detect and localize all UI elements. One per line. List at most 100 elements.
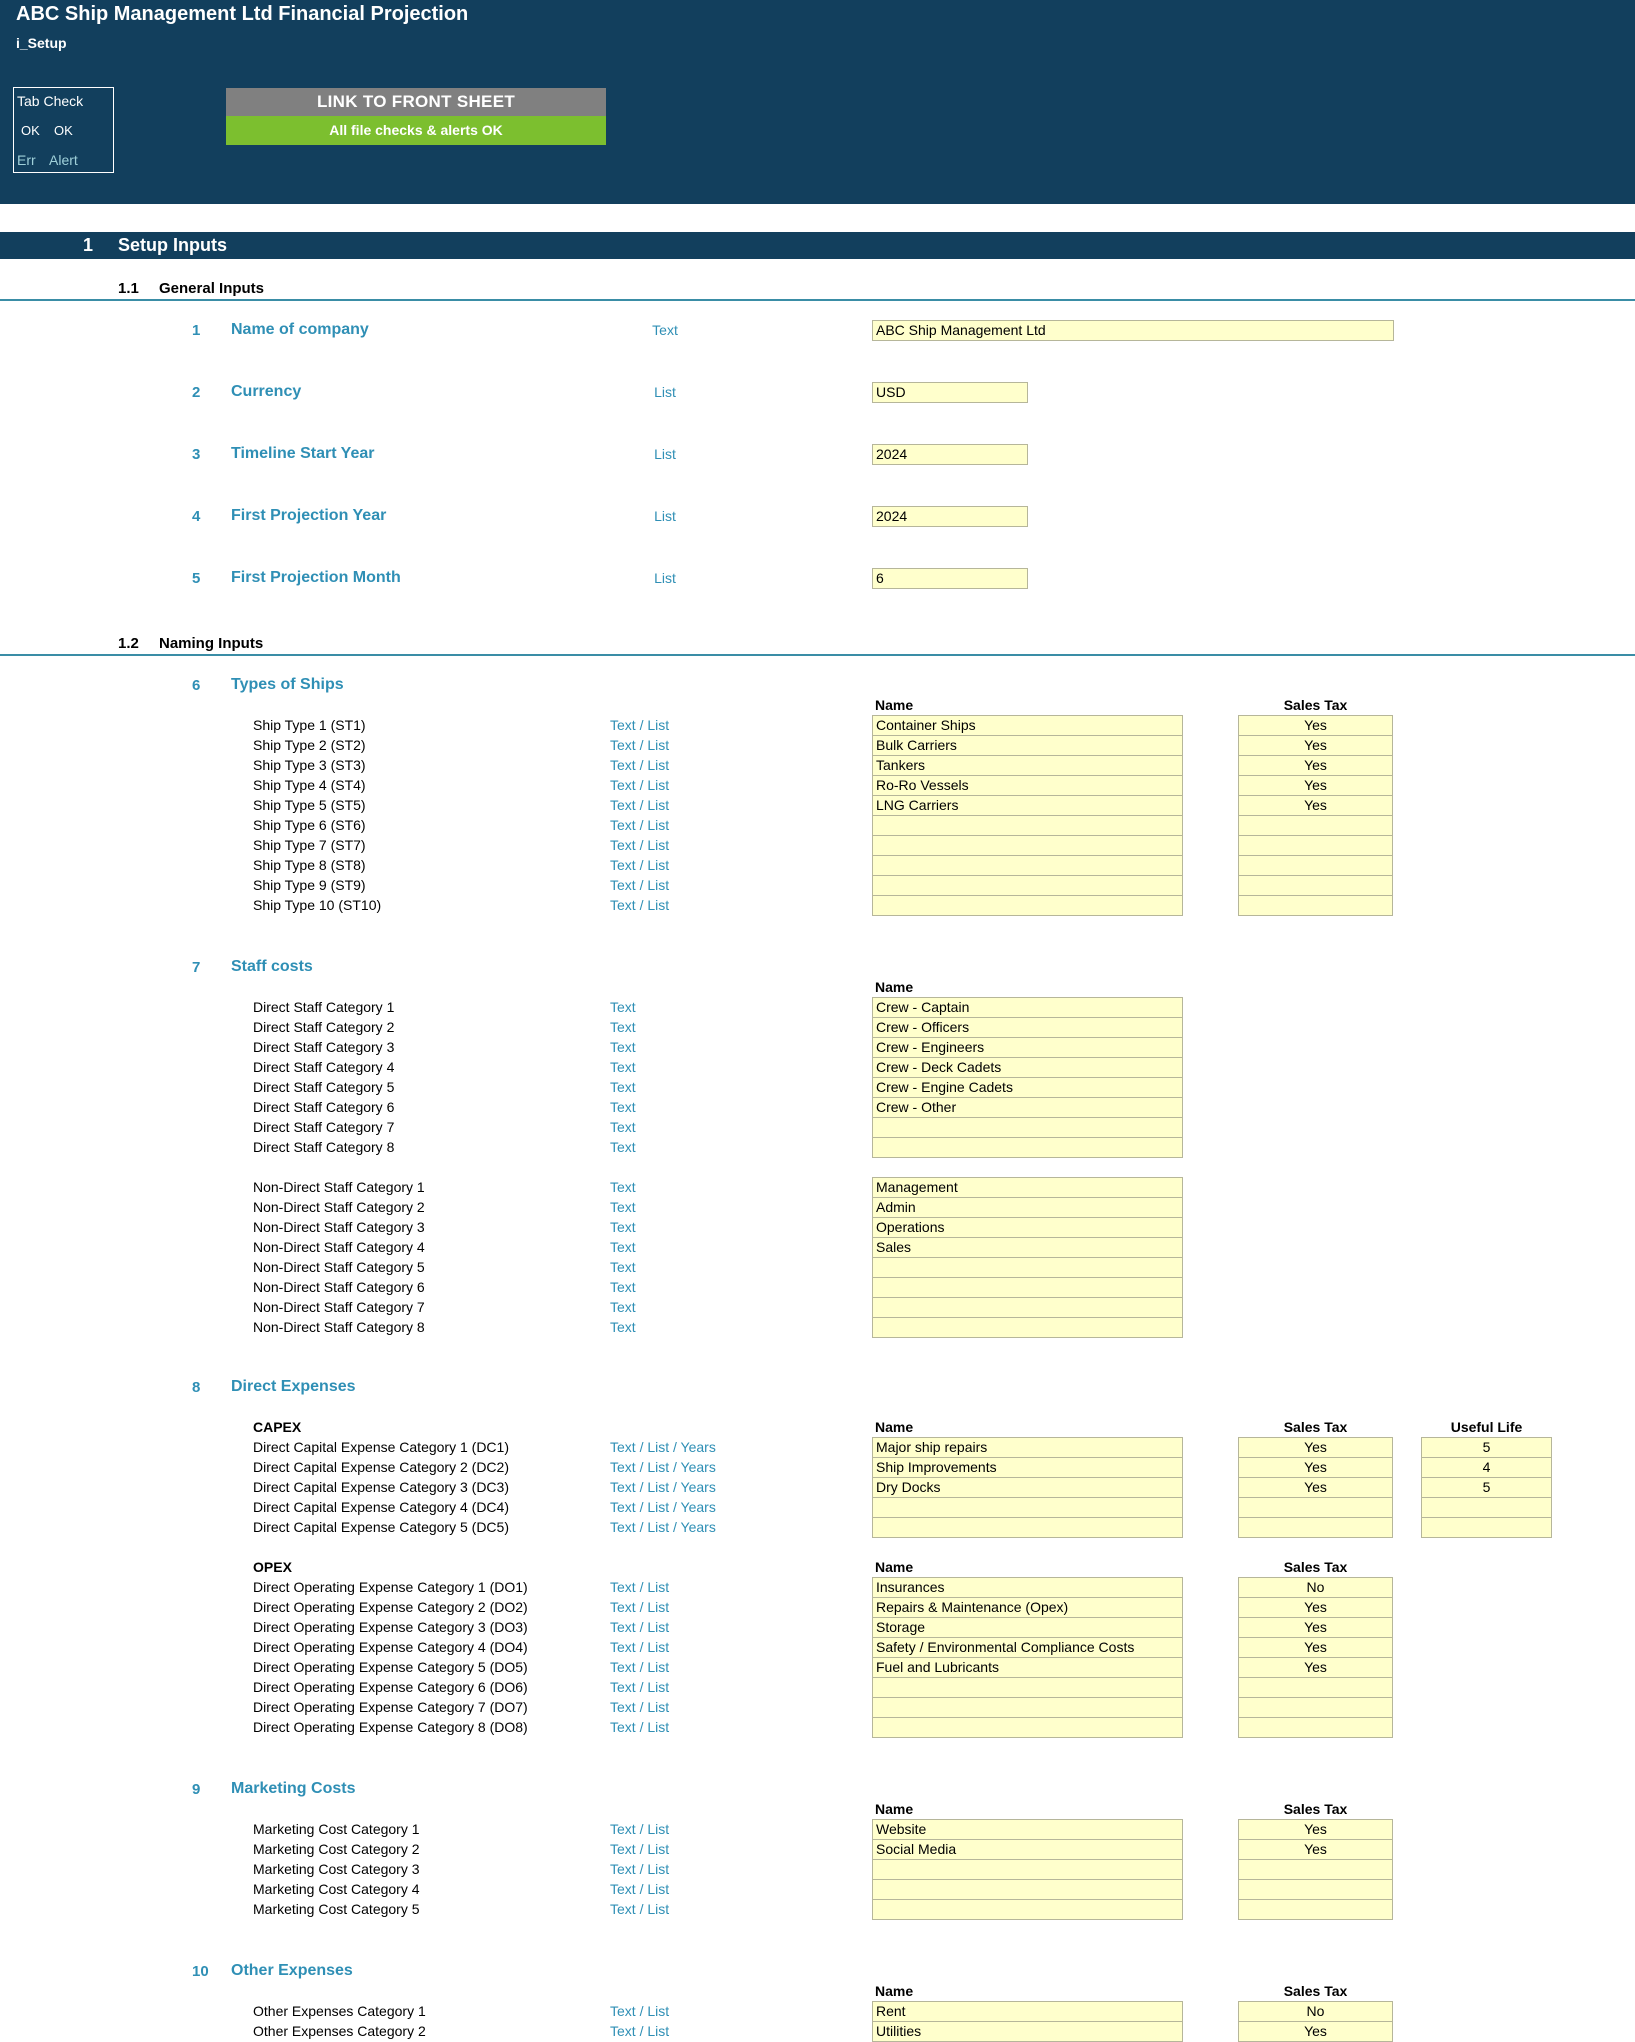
sales-tax-cell[interactable]	[1238, 1879, 1393, 1900]
name-input-cell[interactable]: Sales	[872, 1237, 1183, 1258]
sales-tax-cell[interactable]	[1238, 855, 1393, 876]
sales-tax-cell[interactable]	[1238, 1497, 1393, 1518]
name-input-cell[interactable]: Tankers	[872, 755, 1183, 776]
name-input-cell[interactable]: Dry Docks	[872, 1477, 1183, 1498]
name-input-cell[interactable]	[872, 1899, 1183, 1920]
name-input-cell[interactable]	[872, 1697, 1183, 1718]
useful-life-cell[interactable]	[1421, 1517, 1552, 1538]
link-to-front-sheet-button[interactable]: LINK TO FRONT SHEET	[226, 88, 606, 116]
useful-life-cell[interactable]: 4	[1421, 1457, 1552, 1478]
name-input-cell[interactable]: Container Ships	[872, 715, 1183, 736]
question-number: 3	[192, 446, 201, 463]
name-input-cell[interactable]	[872, 1717, 1183, 1738]
input-type-hint: Text	[610, 1319, 636, 1335]
name-input-cell[interactable]	[872, 835, 1183, 856]
useful-life-cell[interactable]: 5	[1421, 1477, 1552, 1498]
name-input-cell[interactable]	[872, 1879, 1183, 1900]
sales-tax-cell[interactable]: Yes	[1238, 1457, 1393, 1478]
name-input-cell[interactable]	[872, 875, 1183, 896]
name-input-cell[interactable]	[872, 895, 1183, 916]
name-input-cell[interactable]: Crew - Deck Cadets	[872, 1057, 1183, 1078]
name-input-cell[interactable]	[872, 815, 1183, 836]
name-input-cell[interactable]: Fuel and Lubricants	[872, 1657, 1183, 1678]
sales-tax-cell[interactable]: Yes	[1238, 2021, 1393, 2042]
sales-tax-cell[interactable]	[1238, 1677, 1393, 1698]
name-input-cell[interactable]	[872, 1859, 1183, 1880]
name-input-cell[interactable]: Insurances	[872, 1577, 1183, 1598]
name-input-cell[interactable]: Admin	[872, 1197, 1183, 1218]
sales-tax-cell[interactable]: Yes	[1238, 795, 1393, 816]
name-input-cell[interactable]	[872, 1257, 1183, 1278]
name-input-cell[interactable]	[872, 1317, 1183, 1338]
name-input-cell[interactable]: Rent	[872, 2001, 1183, 2022]
sales-tax-cell[interactable]	[1238, 1697, 1393, 1718]
sales-tax-cell[interactable]: Yes	[1238, 1597, 1393, 1618]
name-input-cell[interactable]: Social Media	[872, 1839, 1183, 1860]
name-input-cell[interactable]	[872, 1677, 1183, 1698]
useful-life-cell[interactable]	[1421, 1497, 1552, 1518]
question-label: First Projection Month	[231, 569, 401, 586]
column-header-name: Name	[875, 1801, 914, 1817]
name-input-cell[interactable]: Website	[872, 1819, 1183, 1840]
name-input-cell[interactable]	[872, 1497, 1183, 1518]
name-input-cell[interactable]	[872, 1277, 1183, 1298]
name-input-cell[interactable]: Crew - Other	[872, 1097, 1183, 1118]
sales-tax-cell[interactable]: Yes	[1238, 755, 1393, 776]
name-input-cell[interactable]: Operations	[872, 1217, 1183, 1238]
sales-tax-cell[interactable]: Yes	[1238, 735, 1393, 756]
sales-tax-cell[interactable]: Yes	[1238, 1839, 1393, 1860]
name-input-cell[interactable]: Repairs & Maintenance (Opex)	[872, 1597, 1183, 1618]
sales-tax-cell[interactable]	[1238, 815, 1393, 836]
sales-tax-cell[interactable]: Yes	[1238, 1477, 1393, 1498]
input-type-hint: Text / List	[610, 857, 670, 873]
sales-tax-cell[interactable]: Yes	[1238, 1437, 1393, 1458]
name-input-cell[interactable]: Crew - Captain	[872, 997, 1183, 1018]
name-input-cell[interactable]: Bulk Carriers	[872, 735, 1183, 756]
sales-tax-cell[interactable]	[1238, 1717, 1393, 1738]
sales-tax-cell[interactable]: No	[1238, 1577, 1393, 1598]
sales-tax-cell[interactable]	[1238, 1859, 1393, 1880]
column-header-sales-tax: Sales Tax	[1283, 1419, 1348, 1435]
input-type-hint: Text / List	[610, 1719, 670, 1735]
input-type-hint: Text	[610, 1199, 636, 1215]
name-input-cell[interactable]: Management	[872, 1177, 1183, 1198]
name-input-cell[interactable]	[872, 1117, 1183, 1138]
sales-tax-cell[interactable]	[1238, 1517, 1393, 1538]
sales-tax-cell[interactable]: Yes	[1238, 1637, 1393, 1658]
subsection-title-naming: Naming Inputs	[159, 635, 264, 652]
name-input-cell[interactable]: Safety / Environmental Compliance Costs	[872, 1637, 1183, 1658]
general-input-field[interactable]: 6	[872, 568, 1028, 589]
sales-tax-cell[interactable]: Yes	[1238, 715, 1393, 736]
sales-tax-cell[interactable]: Yes	[1238, 1657, 1393, 1678]
general-input-field[interactable]: USD	[872, 382, 1028, 403]
question-label-direct-expenses: Direct Expenses	[231, 1378, 356, 1395]
name-input-cell[interactable]: Ship Improvements	[872, 1457, 1183, 1478]
name-input-cell[interactable]	[872, 1517, 1183, 1538]
sales-tax-cell[interactable]: Yes	[1238, 1819, 1393, 1840]
name-input-cell[interactable]: LNG Carriers	[872, 795, 1183, 816]
sales-tax-cell[interactable]: Yes	[1238, 775, 1393, 796]
question-label-marketing-costs: Marketing Costs	[231, 1780, 356, 1797]
name-input-cell[interactable]: Crew - Engineers	[872, 1037, 1183, 1058]
name-input-cell[interactable]: Crew - Officers	[872, 1017, 1183, 1038]
sales-tax-cell[interactable]: Yes	[1238, 1617, 1393, 1638]
name-input-cell[interactable]: Crew - Engine Cadets	[872, 1077, 1183, 1098]
name-input-cell[interactable]	[872, 1137, 1183, 1158]
name-input-cell[interactable]: Ro-Ro Vessels	[872, 775, 1183, 796]
row-label: Non-Direct Staff Category 3	[253, 1219, 425, 1235]
name-input-cell[interactable]	[872, 855, 1183, 876]
name-input-cell[interactable]	[872, 1297, 1183, 1318]
sales-tax-cell[interactable]: No	[1238, 2001, 1393, 2022]
useful-life-cell[interactable]: 5	[1421, 1437, 1552, 1458]
sales-tax-cell[interactable]	[1238, 895, 1393, 916]
sales-tax-cell[interactable]	[1238, 835, 1393, 856]
general-input-field[interactable]: 2024	[872, 506, 1028, 527]
general-input-field[interactable]: ABC Ship Management Ltd	[872, 320, 1394, 341]
row-label: Direct Staff Category 4	[253, 1059, 395, 1075]
name-input-cell[interactable]: Major ship repairs	[872, 1437, 1183, 1458]
sales-tax-cell[interactable]	[1238, 1899, 1393, 1920]
name-input-cell[interactable]: Storage	[872, 1617, 1183, 1638]
name-input-cell[interactable]: Utilities	[872, 2021, 1183, 2042]
general-input-field[interactable]: 2024	[872, 444, 1028, 465]
sales-tax-cell[interactable]	[1238, 875, 1393, 896]
